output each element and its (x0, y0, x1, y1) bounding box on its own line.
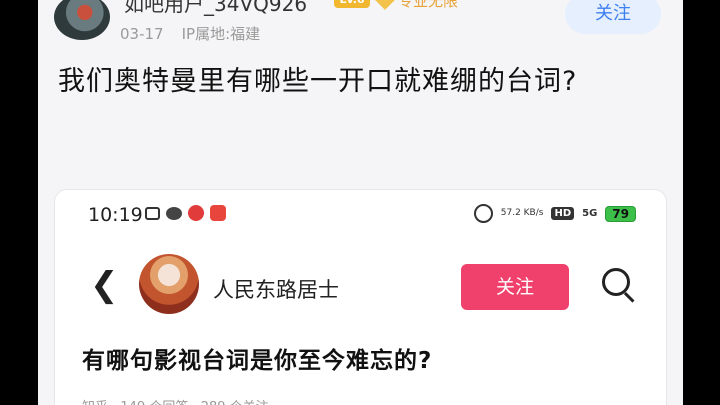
battery-icon: 79 (605, 205, 636, 222)
card-meta: 知乎 · 149 个回答 · 289 个关注 (82, 396, 269, 405)
post-question: 我们奥特曼里有哪些一开口就难绷的台词? (58, 66, 578, 97)
follow-author-button[interactable]: 关注 (461, 264, 569, 310)
level-badge: Lv.6 (334, 0, 370, 8)
vip-tag: 专业无限 (375, 0, 459, 11)
ip-location: IP属地:福建 (181, 25, 261, 43)
signal-icon: 5G (582, 208, 598, 219)
letterbox-right (683, 0, 720, 405)
post-page: 如吧用户_34VQ926 Lv.6 专业无限 03-17 IP属地:福建 关注 我… (38, 0, 683, 405)
net-speed: 57.2 KB/s (500, 208, 544, 218)
status-icons (145, 205, 226, 221)
username[interactable]: 如吧用户_34VQ926 (124, 0, 307, 17)
tv-icon (145, 206, 160, 220)
post-date: 03-17 (120, 25, 164, 43)
wechat-icon (166, 206, 182, 220)
app-notification-icon (188, 205, 204, 221)
card-question-title[interactable]: 有哪句影视台词是你至今难忘的? (82, 341, 432, 375)
search-icon[interactable] (600, 266, 640, 306)
author-name[interactable]: 人民东路居士 (213, 274, 339, 304)
author-avatar[interactable] (139, 254, 199, 314)
back-chevron-icon[interactable]: ❮ (90, 268, 119, 302)
avatar[interactable] (54, 0, 110, 40)
post-meta: 03-17 IP属地:福建 (120, 23, 260, 44)
vip-label: 专业无限 (398, 0, 459, 10)
hd-icon: HD (551, 207, 575, 220)
status-time: 10:19 (88, 204, 143, 226)
follow-button[interactable]: 关注 (565, 0, 661, 34)
app-notification-icon (210, 205, 226, 221)
letterbox-left (0, 0, 38, 405)
alarm-icon (473, 204, 493, 223)
diamond-icon (375, 0, 395, 10)
embedded-screenshot[interactable]: 10:19 57.2 KB/s HD 5G 79 ❮ 人民东路居士 关注 有哪句… (55, 190, 666, 405)
status-right: 57.2 KB/s HD 5G 79 (473, 204, 636, 223)
